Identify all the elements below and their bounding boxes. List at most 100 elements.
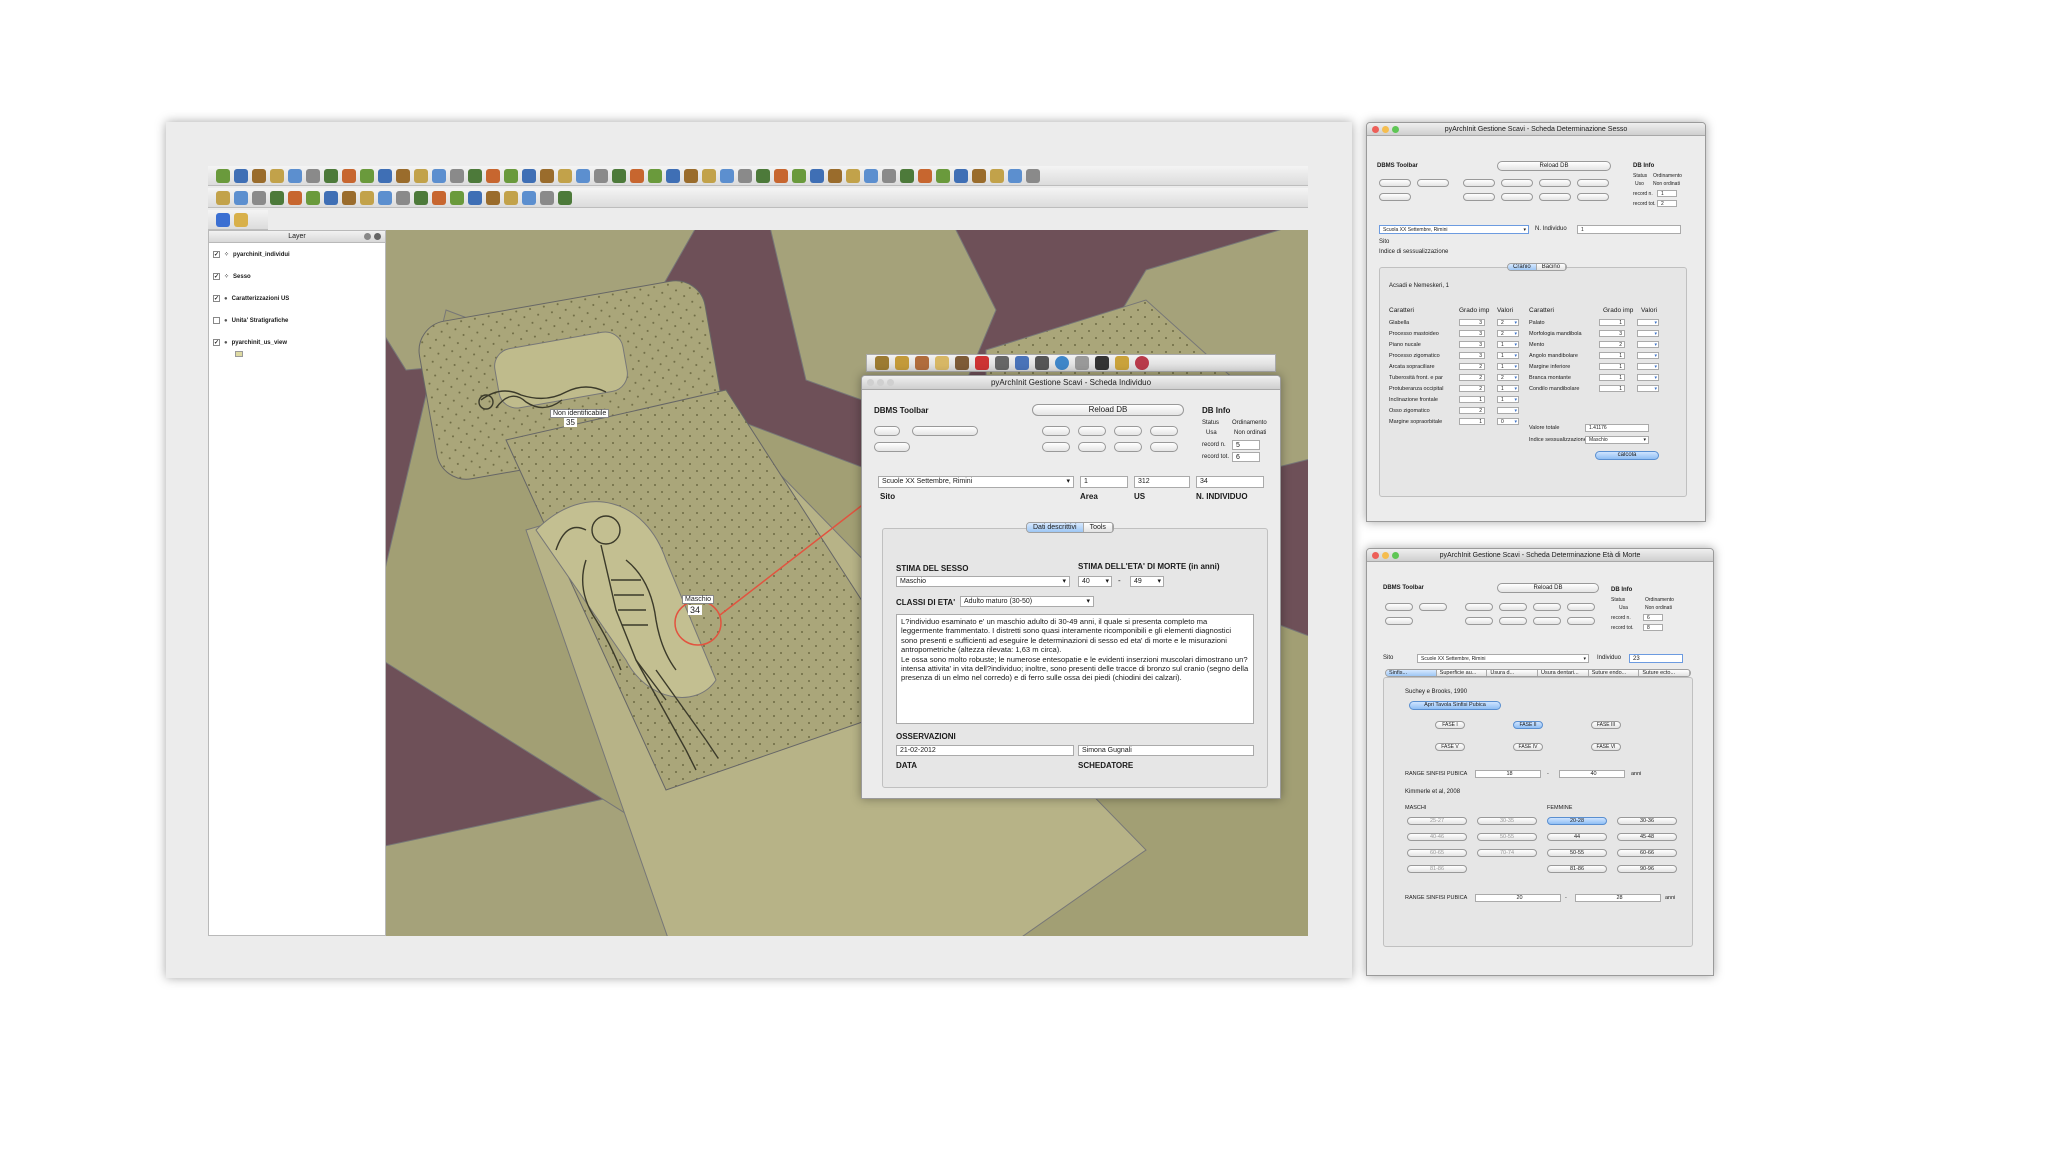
descrizione-textarea[interactable]: L?individuo esaminato e' un maschio adul…: [896, 614, 1254, 724]
toolbar-icon[interactable]: [954, 168, 968, 183]
toolbar-icon[interactable]: [828, 168, 842, 183]
delete-button[interactable]: [1567, 617, 1595, 625]
save-record-button[interactable]: [912, 426, 978, 436]
eta-min-spinbox[interactable]: 40 ▾: [1078, 576, 1112, 587]
grado-field[interactable]: 1: [1599, 363, 1625, 370]
tab-suture-endo[interactable]: Suture endo...: [1588, 670, 1640, 676]
valore-spinbox[interactable]: ▾: [1637, 363, 1659, 370]
search-button[interactable]: [1385, 617, 1413, 625]
toolbar-icon[interactable]: [612, 168, 626, 183]
layer-item[interactable]: ✓ ● Caratterizzazioni US: [213, 295, 289, 302]
toolbar-icon[interactable]: [792, 168, 806, 183]
calcola-button[interactable]: calcola: [1595, 451, 1659, 460]
checkbox[interactable]: ✓: [213, 273, 220, 280]
tab-superficie[interactable]: Superficie au...: [1436, 670, 1488, 676]
fase-v-button[interactable]: FASE V: [1435, 743, 1465, 751]
valore-spinbox[interactable]: 2 ▾: [1497, 374, 1519, 381]
tab-usura-dentaria[interactable]: Usura dentari...: [1538, 670, 1589, 676]
valore-spinbox[interactable]: ▾: [1637, 330, 1659, 337]
reload-db-button[interactable]: Reload DB: [1497, 161, 1611, 171]
toolbar-icon[interactable]: [972, 168, 986, 183]
tab-sinfisi[interactable]: Sinfis...: [1386, 670, 1437, 676]
range2-max-field[interactable]: 28: [1575, 894, 1661, 902]
toolbar-icon[interactable]: [918, 168, 932, 183]
grado-field[interactable]: 3: [1459, 330, 1485, 337]
tafonomia-icon[interactable]: [975, 356, 989, 370]
toolbar-icon[interactable]: [306, 168, 320, 183]
toolbar-icon[interactable]: [342, 190, 356, 205]
femmine-range-button[interactable]: 30-36: [1617, 817, 1677, 825]
toolbar-icon[interactable]: [432, 168, 446, 183]
sito-select[interactable]: Scuole XX Settembre, Rimini ▾: [878, 476, 1074, 488]
toolbar-icon[interactable]: [468, 190, 482, 205]
plugin-icon[interactable]: [234, 212, 248, 227]
tab-cranio[interactable]: Cranio: [1508, 264, 1537, 270]
femmine-range-button[interactable]: 60-66: [1617, 849, 1677, 857]
toolbar-icon[interactable]: [216, 168, 230, 183]
grado-field[interactable]: 1: [1599, 352, 1625, 359]
view-button[interactable]: [1463, 193, 1495, 201]
femmine-range-button[interactable]: 50-55: [1547, 849, 1607, 857]
zoom-button[interactable]: [1392, 126, 1399, 133]
first-record-button[interactable]: [874, 426, 900, 436]
periodo-icon[interactable]: [915, 356, 929, 370]
last-button[interactable]: [1114, 426, 1142, 436]
order-button[interactable]: [1114, 442, 1142, 452]
sesso-icon[interactable]: [1015, 356, 1029, 370]
eta-max-spinbox[interactable]: 49 ▾: [1130, 576, 1164, 587]
n-individuo-field[interactable]: 34: [1196, 476, 1264, 488]
toolbar-icon[interactable]: [594, 168, 608, 183]
toolbar-icon[interactable]: [990, 168, 1004, 183]
toolbar-icon[interactable]: [288, 190, 302, 205]
sync-icon[interactable]: [1075, 356, 1089, 370]
close-button[interactable]: [867, 379, 874, 386]
toolbar-icon[interactable]: [540, 168, 554, 183]
grado-field[interactable]: 3: [1599, 330, 1625, 337]
checkbox[interactable]: ✓: [213, 251, 220, 258]
toolbar-icon[interactable]: [810, 168, 824, 183]
us-field[interactable]: 312: [1134, 476, 1190, 488]
grado-field[interactable]: 1: [1599, 319, 1625, 326]
sort-button[interactable]: [1533, 617, 1561, 625]
grado-field[interactable]: 1: [1459, 418, 1485, 425]
grado-field[interactable]: 2: [1459, 385, 1485, 392]
femmine-range-button[interactable]: 20-28: [1547, 817, 1607, 825]
maschi-range-button[interactable]: 25-27: [1407, 817, 1467, 825]
toolbar-icon[interactable]: [846, 168, 860, 183]
next-button[interactable]: [1463, 179, 1495, 187]
delete-button[interactable]: [1577, 193, 1609, 201]
export-icon[interactable]: [1095, 356, 1109, 370]
range-min-field[interactable]: 18: [1475, 770, 1541, 778]
valore-spinbox[interactable]: ▾: [1637, 385, 1659, 392]
stats-icon[interactable]: [1035, 356, 1049, 370]
toolbar-icon[interactable]: [684, 168, 698, 183]
grado-field[interactable]: 2: [1599, 341, 1625, 348]
classi-eta-select[interactable]: Adulto maturo (30-50) ▾: [960, 596, 1094, 607]
valore-spinbox[interactable]: ▾: [1497, 407, 1519, 414]
save-button[interactable]: [1150, 426, 1178, 436]
info-icon[interactable]: [1135, 356, 1149, 370]
toolbar-icon[interactable]: [900, 168, 914, 183]
grado-field[interactable]: 1: [1459, 396, 1485, 403]
tab-bacino[interactable]: Bacino: [1536, 264, 1567, 270]
sito-select[interactable]: Scuola XX Settembre, Rimini ▾: [1379, 225, 1529, 234]
toolbar-icon[interactable]: [324, 190, 338, 205]
toolbar-icon[interactable]: [378, 168, 392, 183]
sesso-select[interactable]: Maschio ▾: [896, 576, 1070, 587]
order-button[interactable]: [1499, 617, 1527, 625]
femmine-range-button[interactable]: 45-48: [1617, 833, 1677, 841]
fase-iv-button[interactable]: FASE IV: [1513, 743, 1543, 751]
valore-spinbox[interactable]: 1 ▾: [1497, 341, 1519, 348]
view-button[interactable]: [1465, 617, 1493, 625]
toolbar-icon[interactable]: [864, 168, 878, 183]
grado-field[interactable]: 2: [1459, 407, 1485, 414]
grado-field[interactable]: 2: [1459, 374, 1485, 381]
toolbar-icon[interactable]: [360, 190, 374, 205]
toolbar-icon[interactable]: [270, 168, 284, 183]
layer-item[interactable]: ✓ ⁘ Sesso: [213, 273, 251, 280]
toolbar-icon[interactable]: [558, 190, 572, 205]
individuo-field[interactable]: 23: [1629, 654, 1683, 663]
zoom-button[interactable]: [887, 379, 894, 386]
new-button[interactable]: [1533, 603, 1561, 611]
toolbar-icon[interactable]: [306, 190, 320, 205]
